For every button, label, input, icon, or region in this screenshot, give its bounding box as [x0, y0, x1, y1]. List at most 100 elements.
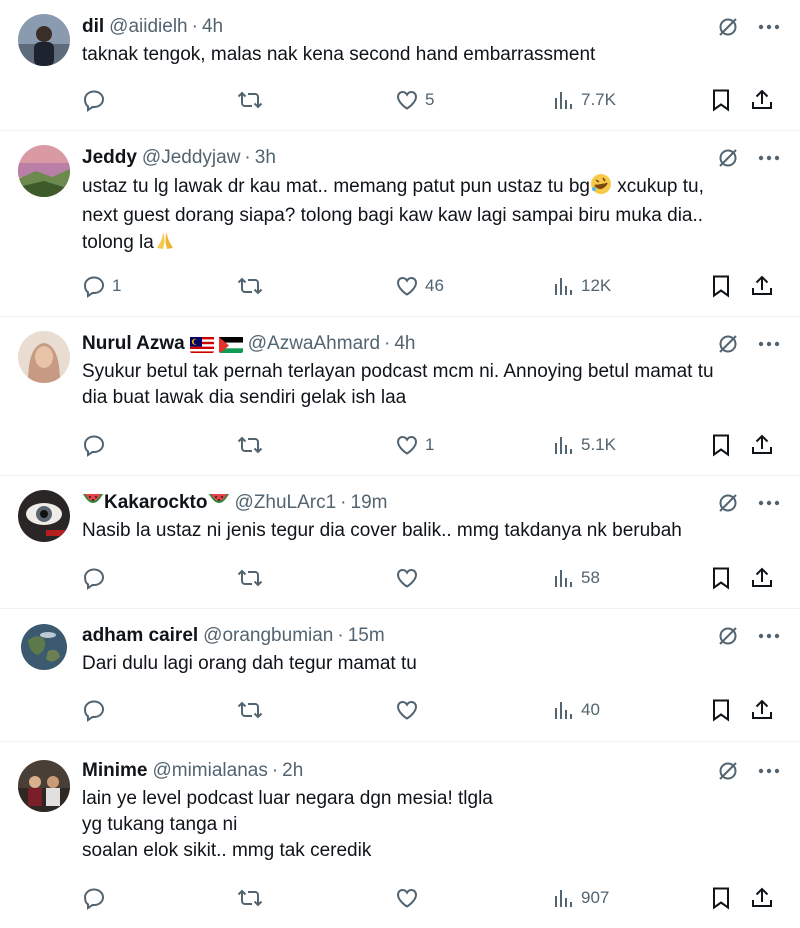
tweet[interactable]: dil @aiidielh · 4h taknak tengok, malas …	[0, 0, 800, 131]
share-icon	[750, 698, 774, 722]
more-icon[interactable]	[758, 633, 780, 639]
avatar[interactable]	[18, 621, 70, 673]
like-button[interactable]: 5	[395, 88, 434, 112]
display-name[interactable]: dil	[82, 14, 104, 40]
user-handle[interactable]: @orangbumian	[203, 623, 333, 649]
retweet-button[interactable]	[237, 274, 263, 298]
avatar[interactable]	[18, 490, 70, 542]
share-button[interactable]	[750, 886, 774, 910]
bookmark-button[interactable]	[710, 433, 732, 457]
like-button[interactable]: 1	[395, 433, 434, 457]
user-handle[interactable]: @aiidielh	[109, 14, 187, 40]
tweet[interactable]: Nurul Azwa @AzwaAhmard · 4h Syukur betul…	[0, 317, 800, 476]
tweet-text-line: yg tukang tanga ni	[82, 814, 238, 835]
user-handle[interactable]: @Jeddyjaw	[142, 145, 241, 171]
timestamp[interactable]: 4h	[202, 14, 223, 40]
grok-slash-icon[interactable]	[716, 332, 740, 356]
reply-button[interactable]	[82, 566, 106, 590]
user-handle[interactable]: @AzwaAhmard	[248, 331, 380, 357]
avatar[interactable]	[18, 331, 70, 383]
avatar[interactable]	[18, 14, 70, 66]
reply-button[interactable]	[82, 698, 106, 722]
views-button[interactable]: 12K	[553, 275, 611, 297]
views-button[interactable]: 40	[553, 699, 600, 721]
display-name[interactable]: Jeddy	[82, 145, 137, 171]
tweet-text: Syukur betul tak pernah terlayan podcast…	[82, 359, 782, 411]
display-name[interactable]: Minime	[82, 758, 147, 784]
more-icon[interactable]	[758, 155, 780, 161]
display-name[interactable]: Nurul Azwa	[82, 331, 185, 357]
avatar[interactable]	[18, 760, 70, 812]
grok-slash-icon[interactable]	[716, 15, 740, 39]
reply-icon	[82, 433, 106, 457]
tweet[interactable]: adham cairel @orangbumian · 15m Dari dul…	[0, 609, 800, 742]
user-handle[interactable]: @mimialanas	[152, 758, 267, 784]
tweet-header: dil @aiidielh · 4h	[82, 14, 782, 40]
share-button[interactable]	[750, 433, 774, 457]
retweet-button[interactable]	[237, 886, 263, 910]
grok-slash-icon[interactable]	[716, 491, 740, 515]
bookmark-button[interactable]	[710, 566, 732, 590]
action-bar: 58	[82, 564, 782, 592]
timestamp[interactable]: 19m	[351, 490, 388, 516]
watermelon-emoji-icon	[82, 490, 104, 516]
share-button[interactable]	[750, 274, 774, 298]
grok-slash-icon[interactable]	[716, 759, 740, 783]
views-button[interactable]: 7.7K	[553, 89, 616, 111]
share-icon	[750, 274, 774, 298]
malaysia-flag-icon	[189, 336, 214, 353]
reply-icon	[82, 698, 106, 722]
retweet-icon	[237, 566, 263, 590]
tweet[interactable]: Minime @mimialanas · 2h lain ye level po…	[0, 742, 800, 928]
more-icon[interactable]	[758, 341, 780, 347]
bookmark-icon	[710, 88, 732, 112]
timestamp[interactable]: 4h	[394, 331, 415, 357]
retweet-button[interactable]	[237, 433, 263, 457]
more-icon[interactable]	[758, 768, 780, 774]
grok-slash-icon[interactable]	[716, 146, 740, 170]
more-icon[interactable]	[758, 500, 780, 506]
user-handle[interactable]: @ZhuLArc1	[235, 490, 337, 516]
bookmark-button[interactable]	[710, 886, 732, 910]
views-button[interactable]: 58	[553, 567, 600, 589]
bookmark-button[interactable]	[710, 88, 732, 112]
display-name[interactable]: Kakarockto	[104, 490, 208, 516]
palestine-flag-icon	[218, 336, 243, 353]
display-name[interactable]: adham cairel	[82, 623, 198, 649]
reply-button[interactable]	[82, 886, 106, 910]
views-button[interactable]: 5.1K	[553, 434, 616, 456]
retweet-button[interactable]	[237, 698, 263, 722]
like-button[interactable]: 46	[395, 274, 444, 298]
tweet[interactable]: Jeddy @Jeddyjaw · 3h ustaz tu lg lawak d…	[0, 131, 800, 317]
views-icon	[553, 567, 575, 589]
timestamp[interactable]: 15m	[348, 623, 385, 649]
share-button[interactable]	[750, 88, 774, 112]
share-button[interactable]	[750, 566, 774, 590]
bookmark-button[interactable]	[710, 274, 732, 298]
retweet-button[interactable]	[237, 566, 263, 590]
like-icon	[395, 886, 419, 910]
like-count: 1	[425, 435, 435, 454]
timestamp[interactable]: 3h	[255, 145, 276, 171]
bookmark-button[interactable]	[710, 698, 732, 722]
timestamp[interactable]: 2h	[282, 758, 303, 784]
retweet-button[interactable]	[237, 88, 263, 112]
watermelon-emoji-icon	[208, 490, 230, 516]
reply-button[interactable]: 1	[82, 274, 121, 298]
action-bar: 5 7.7K	[82, 86, 782, 114]
action-bar: 1 5.1K	[82, 431, 782, 459]
reply-button[interactable]	[82, 88, 112, 112]
avatar[interactable]	[18, 145, 70, 197]
like-button[interactable]	[395, 698, 419, 722]
like-button[interactable]	[395, 886, 419, 910]
more-icon[interactable]	[758, 24, 780, 30]
views-button[interactable]: 907	[553, 887, 609, 909]
retweet-icon	[237, 88, 263, 112]
like-button[interactable]	[395, 566, 419, 590]
like-icon	[395, 274, 419, 298]
tweet-text-line: Nasib la ustaz ni jenis tegur dia cover …	[82, 520, 682, 541]
tweet[interactable]: Kakarockto @ZhuLArc1 · 19m Nasib la usta…	[0, 476, 800, 609]
reply-button[interactable]	[82, 433, 106, 457]
grok-slash-icon[interactable]	[716, 624, 740, 648]
share-button[interactable]	[750, 698, 774, 722]
